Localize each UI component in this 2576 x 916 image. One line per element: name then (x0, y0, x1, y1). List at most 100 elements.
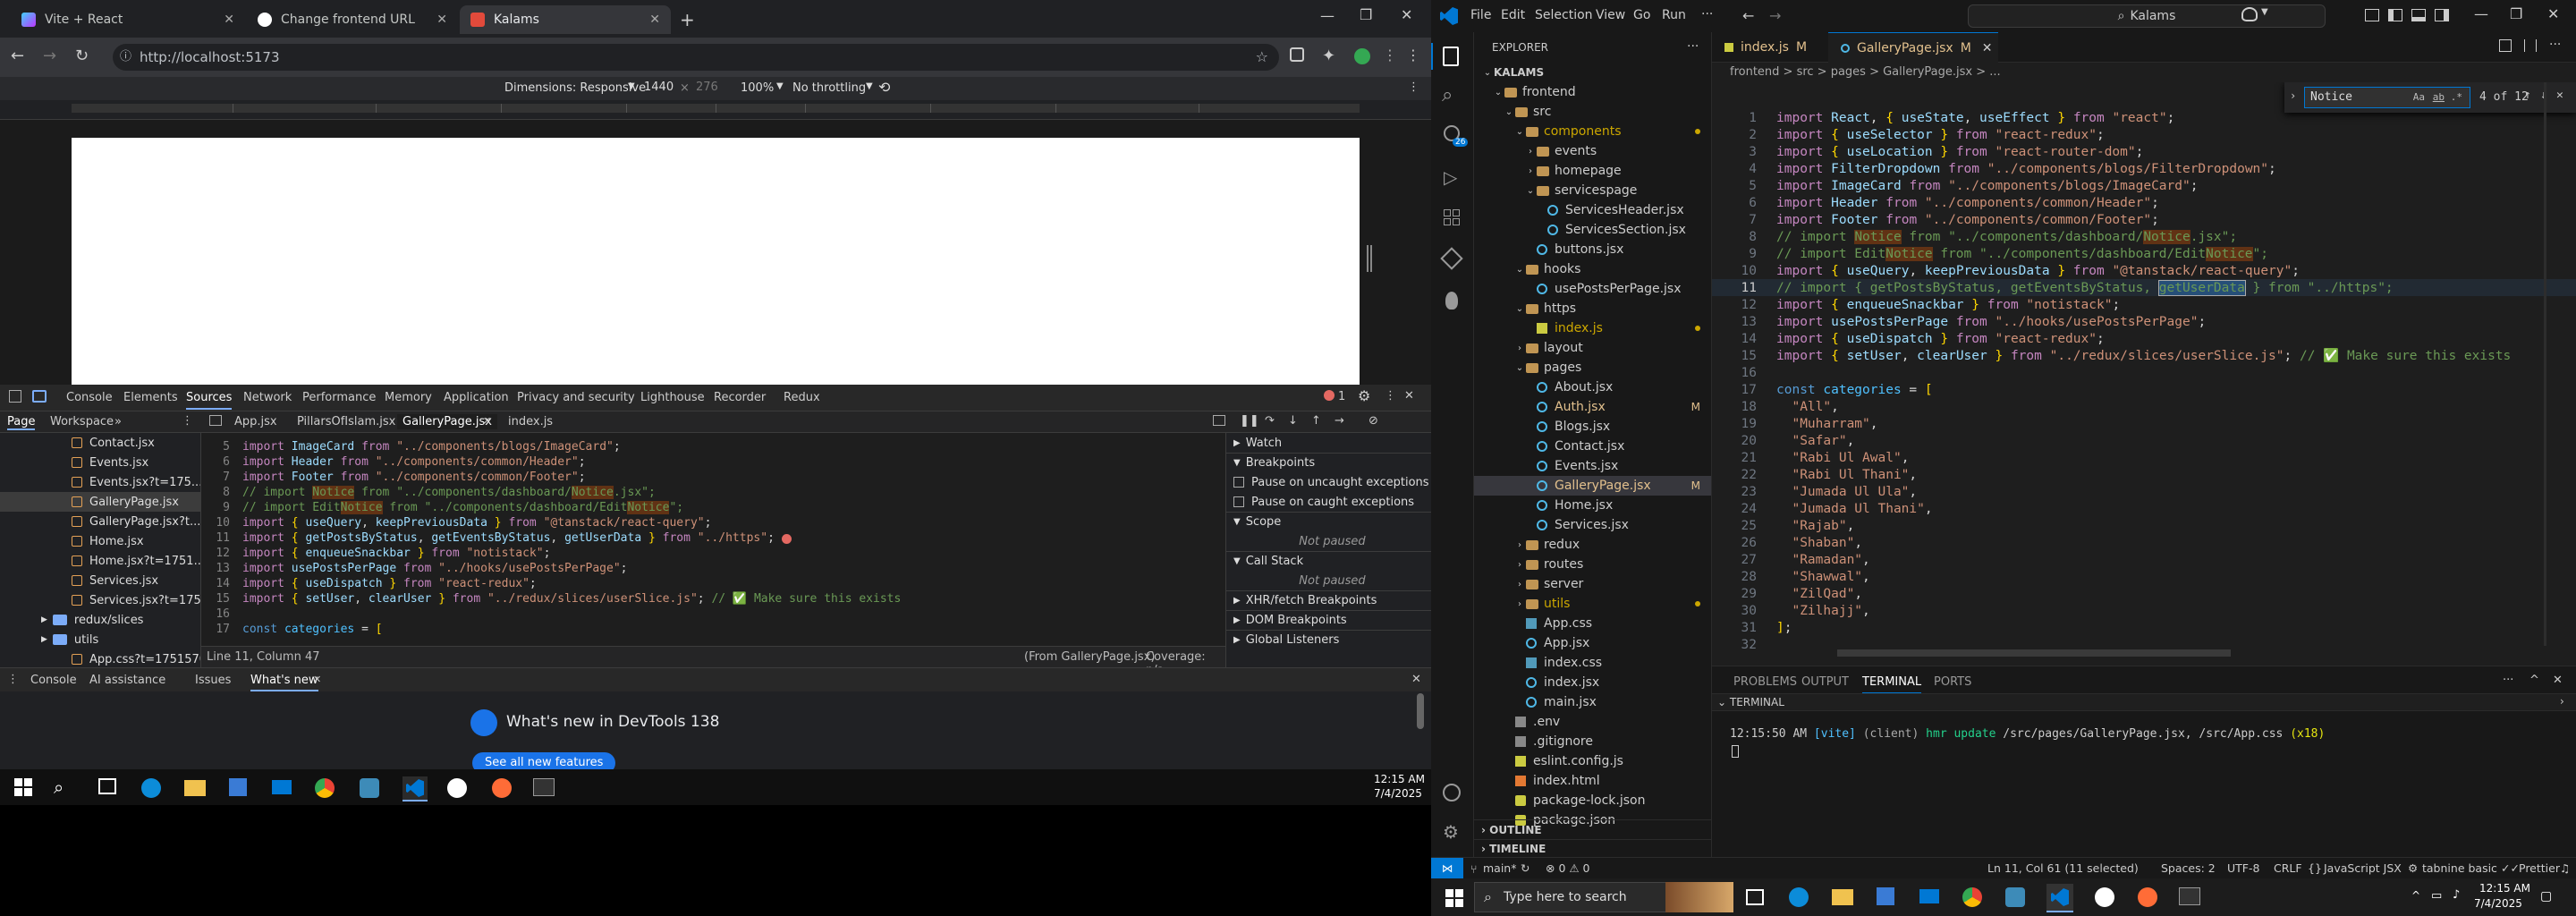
copilot-icon[interactable] (2241, 7, 2258, 21)
deactivate-breakpoints-icon[interactable]: ⊘ (1368, 414, 1378, 428)
nav-file[interactable]: Home.jsx?t=1751... (0, 551, 200, 571)
code-line[interactable]: 12 import { enqueueSnackbar } from "notis… (201, 547, 1225, 562)
code-editor[interactable]: 1 import React, { useState, useEffect } f… (1712, 82, 2576, 664)
tree-folder[interactable]: ⌄ components (1474, 122, 1711, 141)
postman-icon[interactable] (492, 778, 512, 798)
edge-icon[interactable] (1789, 887, 1809, 907)
postman-icon[interactable] (2138, 887, 2157, 907)
file-tab-index[interactable]: index.js (508, 415, 553, 428)
site-info-icon[interactable]: ⓘ (120, 44, 131, 71)
prev-match-icon[interactable]: ↑ (2524, 89, 2531, 102)
panel-more-icon[interactable]: ··· (2503, 674, 2513, 687)
close-icon[interactable]: ✕ (436, 13, 447, 27)
restore-icon[interactable]: ❐ (2510, 5, 2522, 22)
code-line[interactable]: 11// import { getPostsByStatus, getEvent… (1712, 279, 2576, 296)
nav-tab-page[interactable]: Page (7, 415, 36, 430)
tree-file[interactable]: index.html (1474, 771, 1711, 791)
code-line[interactable]: 18 "All", (1712, 398, 2576, 415)
toggle-secondary-icon[interactable] (2435, 9, 2449, 21)
device-more-icon[interactable]: ⋮ (1408, 81, 1419, 94)
toggle-debugger-icon[interactable] (1213, 415, 1225, 426)
extensions-icon[interactable] (1444, 209, 1460, 225)
nav-folder[interactable]: ▶ utils (0, 630, 200, 649)
step-icon[interactable]: → (1335, 414, 1344, 428)
rotate-icon[interactable]: ⟲ (878, 79, 890, 96)
nav-forward-icon[interactable]: → (1769, 7, 1781, 24)
whole-word-icon[interactable]: ab (2433, 88, 2445, 107)
tree-file[interactable]: About.jsx (1474, 377, 1711, 397)
vscode-taskbar-icon[interactable] (2046, 884, 2073, 912)
height-input[interactable]: 276 (696, 81, 718, 94)
devtools-code-editor[interactable]: 5 import ImageCard from "../components/bl… (201, 433, 1225, 667)
mail-icon[interactable] (1919, 889, 1939, 903)
code-line[interactable]: 14 import { useDispatch } from "react-red… (1712, 330, 2576, 347)
find-close-icon[interactable]: ✕ (2556, 89, 2563, 102)
run-debug-icon[interactable]: ▷ (1444, 166, 1457, 188)
app-icon[interactable] (2005, 887, 2025, 907)
code-line[interactable]: 10 import { useQuery, keepPreviousData } … (201, 516, 1225, 531)
editor-tab-index-js[interactable]: index.js M (1712, 32, 1828, 63)
tab-lighthouse[interactable]: Lighthouse (640, 391, 705, 404)
editor-more-icon[interactable]: ··· (2549, 38, 2561, 52)
find-input[interactable]: Notice Aa ab .* (2304, 87, 2470, 108)
code-line[interactable]: 8// import Notice from "../components/da… (201, 486, 1225, 501)
explorer-icon[interactable] (1443, 47, 1459, 66)
encoding[interactable]: UTF-8 (2227, 861, 2259, 875)
resize-handle[interactable] (1367, 245, 1372, 272)
close-panel-icon[interactable]: ✕ (2553, 674, 2563, 687)
panel-tab-problems[interactable]: PROBLEMS (1733, 675, 1797, 689)
outline-section[interactable]: › OUTLINE (1474, 819, 1711, 839)
code-line[interactable]: 20 "Safar", (1712, 432, 2576, 449)
tree-folder[interactable]: › events (1474, 141, 1711, 161)
minimize-icon[interactable]: — (1320, 7, 1335, 24)
toggle-sidebar-icon[interactable] (2388, 9, 2402, 21)
network-icon[interactable]: ▭ (2431, 889, 2442, 903)
menu-edit[interactable]: Edit (1501, 8, 1525, 22)
cursor-position[interactable]: Ln 11, Col 61 (11 selected) (1987, 861, 2139, 875)
tree-file[interactable]: Home.jsx (1474, 496, 1711, 515)
code-line[interactable]: 23 "Jumada Ul Ula", (1712, 483, 2576, 500)
toggle-replace-icon[interactable]: › (2290, 89, 2296, 102)
store-icon[interactable] (1877, 887, 1894, 905)
code-line[interactable]: 21 "Rabi Ul Awal", (1712, 449, 2576, 466)
menu-icon[interactable]: ⋮ (1406, 47, 1420, 64)
tree-folder[interactable]: ⌄ servicespage (1474, 181, 1711, 200)
restore-icon[interactable]: ❐ (1360, 6, 1372, 23)
code-line[interactable]: 6 import Header from "../components/commo… (201, 455, 1225, 471)
task-view-icon[interactable] (1746, 889, 1764, 905)
tab-recorder[interactable]: Recorder (714, 391, 766, 404)
more-icon[interactable]: ⋮ (1383, 47, 1397, 64)
throttle-select[interactable]: No throttling (792, 81, 866, 95)
tree-folder[interactable]: › layout (1474, 338, 1711, 358)
menu-more-icon[interactable]: ··· (1701, 7, 1713, 21)
chrome-icon[interactable] (1962, 887, 1982, 907)
app-icon[interactable] (360, 778, 379, 798)
menu-run[interactable]: Run (1662, 8, 1686, 22)
toggle-panel-icon[interactable] (2411, 9, 2426, 21)
browser-tab-change-url[interactable]: Change frontend URL ✕ (247, 5, 458, 34)
tabnine-status[interactable]: tabnine basic (2422, 861, 2497, 875)
remote-indicator-icon[interactable]: ⋈ (1431, 858, 1463, 878)
tree-folder[interactable]: › routes (1474, 555, 1711, 574)
terminal-icon[interactable] (533, 778, 555, 796)
code-line[interactable]: 15 import { setUser, clearUser } from "..… (1712, 347, 2576, 364)
code-line[interactable]: 7 import Footer from "../components/commo… (1712, 211, 2576, 228)
panel-tab-output[interactable]: OUTPUT (1801, 675, 1849, 689)
editor-tab-gallery-page[interactable]: GalleryPage.jsx M ✕ (1828, 32, 1998, 63)
nav-folder[interactable]: ▶ redux/slices (0, 610, 200, 630)
tab-sources[interactable]: Sources (186, 391, 233, 410)
nav-more-icon[interactable]: ⋮ (182, 414, 193, 428)
scope-section[interactable]: ▼ Scope (1226, 512, 1431, 531)
notifications-icon[interactable]: ♫ (2560, 861, 2570, 875)
code-line[interactable]: 27 "Ramadan", (1712, 551, 2576, 568)
code-line[interactable]: 7 import Footer from "../components/commo… (201, 471, 1225, 486)
drawer-tab-issues[interactable]: Issues (195, 674, 231, 687)
edge-icon[interactable] (141, 778, 161, 798)
tree-file[interactable]: index.css (1474, 653, 1711, 673)
tab-privacy[interactable]: Privacy and security (517, 391, 635, 404)
close-icon[interactable]: ✕ (1982, 41, 1993, 55)
forward-icon[interactable]: → (43, 47, 56, 65)
explorer-more-icon[interactable]: ··· (1687, 39, 1699, 54)
width-input[interactable]: 1440 (640, 81, 677, 94)
github-desktop-icon[interactable] (2095, 887, 2114, 907)
